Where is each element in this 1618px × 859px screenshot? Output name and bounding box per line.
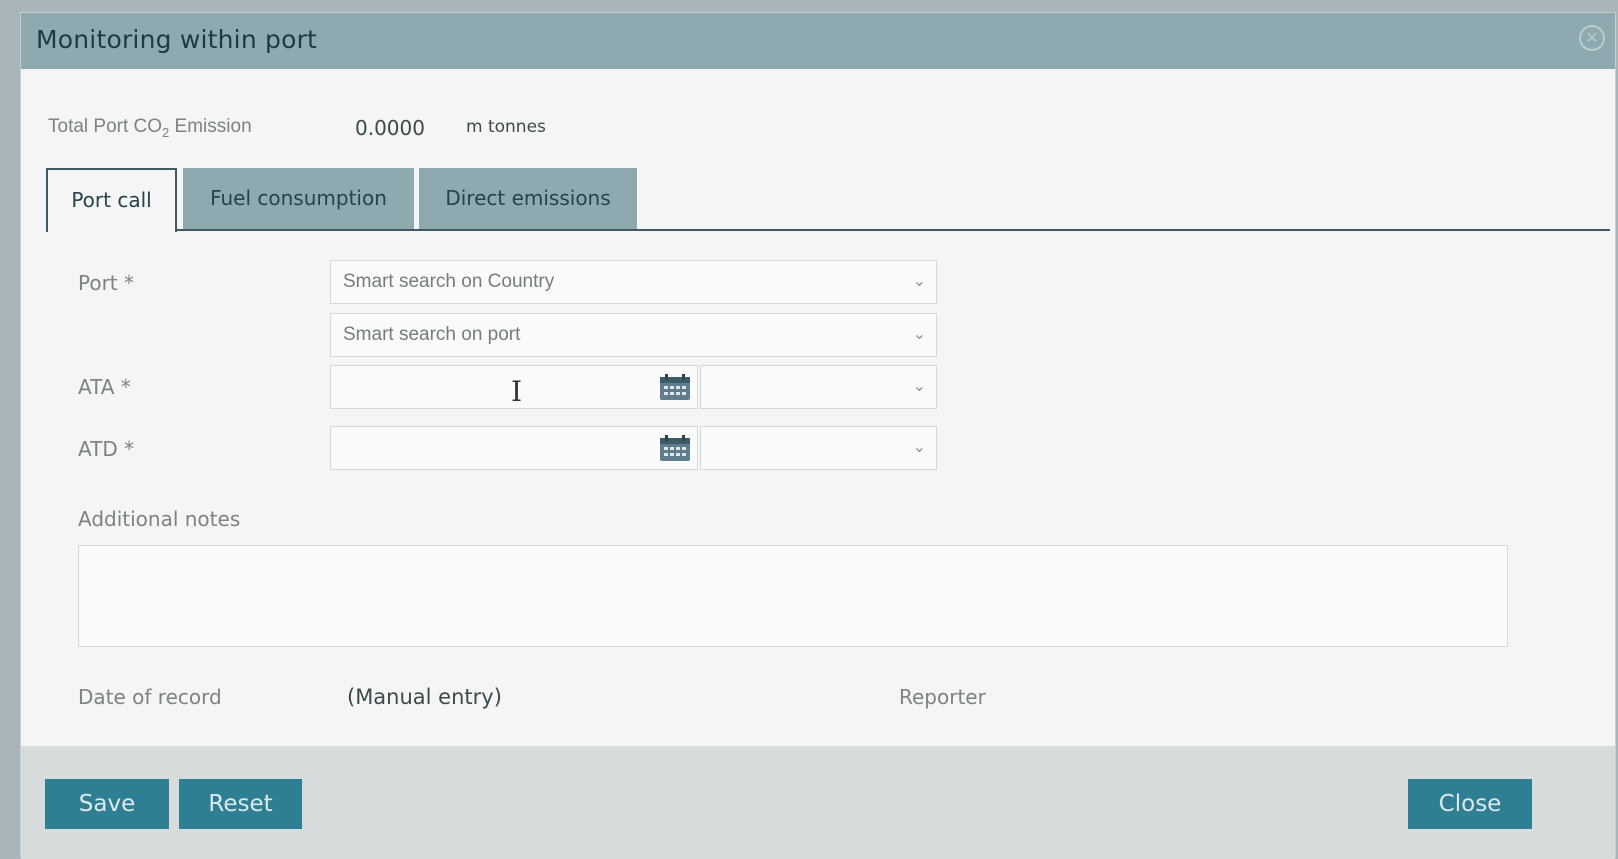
ata-time-select[interactable]: ⌄: [700, 365, 937, 409]
emission-label-suffix: Emission: [169, 116, 252, 137]
tab-fuel-consumption-label: Fuel consumption: [210, 186, 387, 210]
dialog-title: Monitoring within port: [36, 25, 318, 54]
tab-direct-emissions[interactable]: Direct emissions: [419, 168, 637, 230]
reset-button[interactable]: Reset: [179, 779, 302, 829]
date-of-record-value: (Manual entry): [347, 685, 502, 709]
port-search-select[interactable]: Smart search on port ⌄: [330, 313, 937, 357]
port-label: Port *: [78, 271, 135, 295]
total-emission-unit: m tonnes: [466, 117, 546, 137]
total-emission-value: 0.0000: [355, 116, 425, 140]
dialog-titlebar: Monitoring within port ✕: [21, 13, 1615, 69]
calendar-icon[interactable]: [659, 374, 691, 401]
chevron-down-icon: ⌄: [912, 378, 926, 395]
chevron-down-icon: ⌄: [912, 273, 926, 290]
tab-fuel-consumption[interactable]: Fuel consumption: [183, 168, 414, 230]
monitoring-dialog: Monitoring within port ✕ Total Port CO2 …: [20, 12, 1616, 859]
calendar-icon[interactable]: [659, 435, 691, 462]
dialog-footer: Save Reset Close: [21, 746, 1615, 859]
country-search-select[interactable]: Smart search on Country ⌄: [330, 260, 937, 304]
atd-date-input[interactable]: [330, 426, 698, 470]
emission-label-prefix: Total Port CO: [48, 116, 163, 137]
close-icon[interactable]: ✕: [1579, 25, 1605, 51]
reporter-label: Reporter: [899, 685, 986, 709]
atd-label: ATD *: [78, 437, 135, 461]
chevron-down-icon: ⌄: [912, 326, 926, 343]
port-search-placeholder: Smart search on port: [343, 324, 521, 345]
ata-label: ATA *: [78, 375, 131, 399]
atd-time-select[interactable]: ⌄: [700, 426, 937, 470]
chevron-down-icon: ⌄: [912, 439, 926, 456]
date-of-record-label: Date of record: [78, 685, 222, 709]
total-emission-label: Total Port CO2 Emission: [48, 116, 252, 140]
tab-direct-emissions-label: Direct emissions: [445, 186, 611, 210]
close-button[interactable]: Close: [1408, 779, 1532, 829]
tab-port-call[interactable]: Port call: [46, 168, 177, 232]
additional-notes-label: Additional notes: [78, 507, 241, 531]
additional-notes-textarea[interactable]: [78, 545, 1508, 647]
save-button[interactable]: Save: [45, 779, 169, 829]
text-cursor-icon: I: [511, 375, 523, 408]
country-search-placeholder: Smart search on Country: [343, 271, 555, 292]
tabs-underline: [48, 229, 1610, 231]
tab-port-call-label: Port call: [71, 188, 152, 212]
